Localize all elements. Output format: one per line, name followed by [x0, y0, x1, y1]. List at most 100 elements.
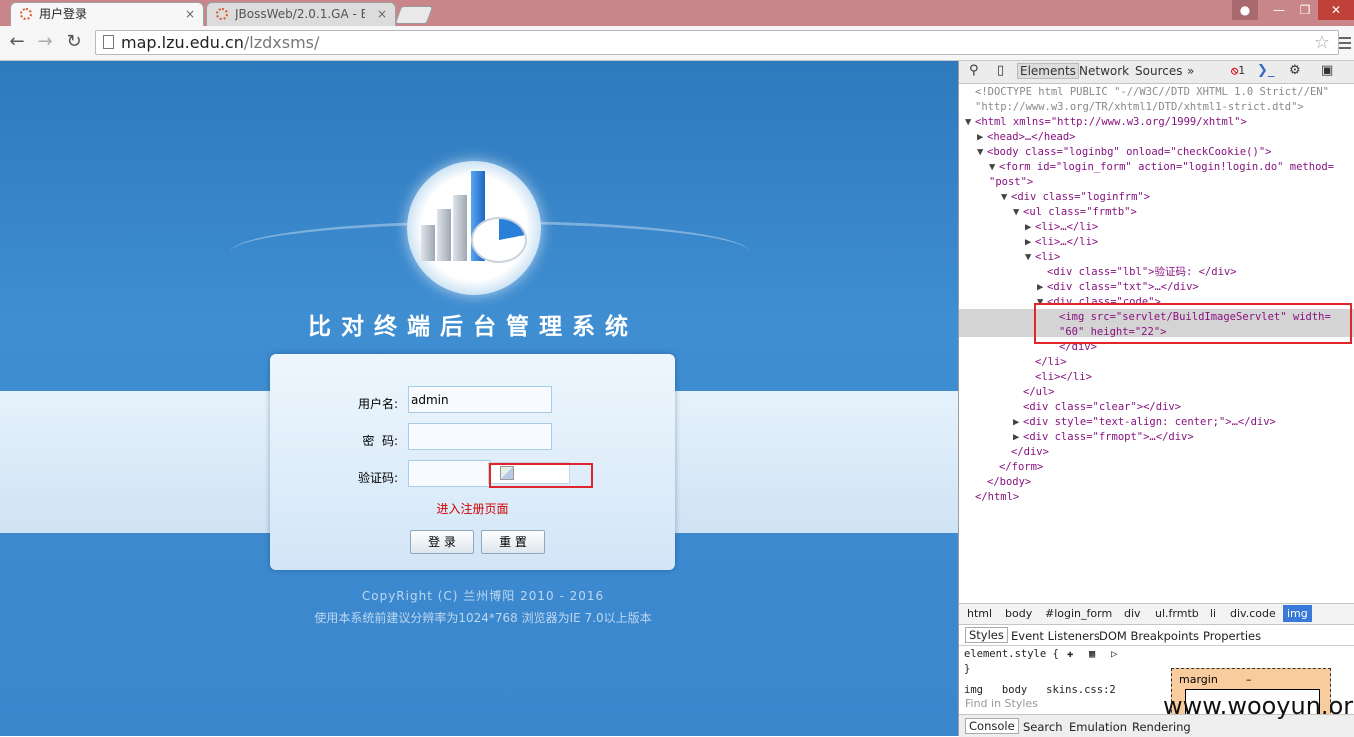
dom-node-html-close: </html>	[975, 491, 1020, 503]
crumb-body[interactable]: body	[1005, 607, 1032, 620]
devtools-toolbar: ⚲ ▯ Elements Network Sources » ⦸1 ❯_ ⚙ ▣	[959, 61, 1354, 84]
dom-node-div-clear[interactable]: <div class="clear"></div>	[1023, 400, 1181, 415]
dom-node-li[interactable]: ▶ <li>…</li>	[1025, 235, 1098, 250]
close-window-icon[interactable]: ✕	[1318, 0, 1354, 20]
search-icon[interactable]: ⚲	[969, 63, 979, 78]
loading-favicon-icon	[20, 8, 32, 20]
more-tabs-icon[interactable]: »	[1187, 64, 1194, 78]
tab-console[interactable]: Console	[965, 718, 1019, 734]
tab-sources[interactable]: Sources	[1135, 64, 1182, 78]
back-icon[interactable]: ←	[6, 31, 28, 53]
username-input[interactable]: admin	[408, 386, 552, 413]
style-rule-source[interactable]: img body skins.css:2	[964, 684, 1116, 696]
maximize-icon[interactable]: ❐	[1292, 0, 1318, 20]
watermark-text: www.wooyun.org	[1163, 692, 1354, 720]
animation-icon[interactable]: ▷	[1111, 648, 1117, 660]
notice-text: 使用本系统前建议分辨率为1024*768 浏览器为IE 7.0以上版本	[314, 611, 652, 625]
error-count-badge[interactable]: ⦸1	[1231, 64, 1245, 78]
page-viewport: 比对终端后台管理系统 用户名: admin 密 码: 验证码: 进入注册页面 登…	[0, 61, 958, 736]
dom-doctype-cont: "http://www.w3.org/TR/xhtml1/DTD/xhtml1-…	[975, 101, 1304, 113]
img-node-highlight-box	[1034, 303, 1352, 344]
crumb-div-code[interactable]: div.code	[1230, 607, 1276, 620]
register-link[interactable]: 进入注册页面	[270, 500, 675, 517]
captcha-label: 验证码:	[357, 471, 398, 485]
tab-event-listeners[interactable]: Event Listeners	[1011, 629, 1100, 643]
crumb-img[interactable]: img	[1283, 605, 1312, 622]
settings-gear-icon[interactable]: ⚙	[1289, 63, 1301, 78]
box-model-margin-value: –	[1246, 673, 1252, 686]
chart-logo-icon	[407, 161, 541, 295]
tab-dom-breakpoints[interactable]: DOM Breakpoints	[1099, 629, 1199, 643]
close-tab-icon[interactable]: ×	[377, 3, 387, 25]
crumb-div[interactable]: div	[1124, 607, 1141, 620]
dom-node-html[interactable]: ▼ <html xmlns="http://www.w3.org/1999/xht…	[965, 115, 1247, 130]
dom-node-div-lbl[interactable]: <div class="lbl">验证码: </div>	[1047, 265, 1237, 280]
tab-strip: 用户登录 × JBossWeb/2.0.1.GA - Err × ● — ❐ ✕	[0, 0, 1354, 26]
element-style-close: }	[964, 663, 971, 675]
address-bar[interactable]: map.lzu.edu.cn/lzdxsms/ ☆	[95, 30, 1339, 55]
console-prompt-icon[interactable]: ❯_	[1257, 63, 1274, 78]
dom-breadcrumbs: html body #login_form div ul.frmtb li di…	[959, 603, 1354, 625]
devtools-panel: ⚲ ▯ Elements Network Sources » ⦸1 ❯_ ⚙ ▣…	[958, 61, 1354, 737]
dom-node-body[interactable]: ▼ <body class="loginbg" onload="checkCook…	[977, 145, 1271, 160]
reload-icon[interactable]: ↻	[63, 31, 85, 53]
loading-favicon-icon	[216, 8, 228, 20]
reset-button[interactable]: 重 置	[481, 530, 545, 554]
find-in-styles-input[interactable]: Find in Styles	[959, 697, 1159, 713]
tab-elements[interactable]: Elements	[1017, 63, 1079, 79]
username-label: 用户名:	[357, 397, 398, 411]
dom-node-body-close: </body>	[987, 476, 1032, 488]
box-model-margin-label: margin	[1179, 673, 1218, 686]
tab-jbossweb[interactable]: JBossWeb/2.0.1.GA - Err ×	[206, 2, 396, 26]
tab-properties[interactable]: Properties	[1203, 629, 1261, 643]
crumb-html[interactable]: html	[967, 607, 992, 620]
dom-node-ul-frmtb[interactable]: ▼ <ul class="frmtb">	[1013, 205, 1137, 220]
dock-icon[interactable]: ▣	[1321, 63, 1333, 78]
login-button[interactable]: 登 录	[410, 530, 474, 554]
dom-node-li-open[interactable]: ▼ <li>	[1025, 250, 1060, 265]
dom-node-li-empty[interactable]: <li></li>	[1035, 370, 1092, 385]
tab-emulation[interactable]: Emulation	[1069, 720, 1127, 734]
dom-node-form-cont: "post">	[989, 176, 1034, 188]
dom-node-head[interactable]: ▶ <head>…</head>	[977, 130, 1076, 145]
dom-node-div-close: </div>	[1011, 446, 1049, 458]
address-url[interactable]: map.lzu.edu.cn/lzdxsms/	[121, 33, 319, 52]
crumb-li[interactable]: li	[1210, 607, 1216, 620]
tab-title: JBossWeb/2.0.1.GA - Err	[235, 7, 365, 21]
tab-network[interactable]: Network	[1079, 64, 1129, 78]
page-icon	[103, 35, 114, 49]
styles-subtabs: Styles Event Listeners DOM Breakpoints P…	[959, 625, 1354, 646]
device-mode-icon[interactable]: ▯	[997, 63, 1004, 78]
element-state-icon[interactable]: ▦	[1089, 648, 1095, 660]
new-tab-button[interactable]	[394, 6, 434, 24]
tab-styles[interactable]: Styles	[965, 627, 1008, 643]
password-label: 密 码:	[362, 434, 398, 448]
minimize-icon[interactable]: —	[1266, 0, 1292, 20]
system-title: 比对终端后台管理系统	[308, 314, 638, 340]
copyright-text: CopyRight (C) 兰州博阳 2010 - 2016	[361, 589, 605, 603]
tab-rendering[interactable]: Rendering	[1132, 720, 1191, 734]
add-rule-icon[interactable]: ✚	[1067, 648, 1073, 660]
forward-icon[interactable]: →	[34, 31, 56, 53]
tab-search[interactable]: Search	[1023, 720, 1063, 734]
dom-node-li-close: </li>	[1035, 356, 1067, 368]
bookmark-star-icon[interactable]: ☆	[1314, 32, 1330, 53]
dom-node-ul-close: </ul>	[1023, 386, 1055, 398]
dom-node-div-frmopt[interactable]: ▶ <div class="frmopt">…</div>	[1013, 430, 1194, 445]
dom-node-div-loginfrm[interactable]: ▼ <div class="loginfrm">	[1001, 190, 1150, 205]
login-form: 用户名: admin 密 码: 验证码: 进入注册页面 登 录 重 置	[270, 354, 675, 570]
close-tab-icon[interactable]: ×	[185, 3, 195, 25]
browser-menu-icon[interactable]	[1339, 34, 1351, 50]
crumb-login-form[interactable]: #login_form	[1045, 607, 1112, 620]
browser-toolbar: ← → ↻ map.lzu.edu.cn/lzdxsms/ ☆	[0, 26, 1354, 61]
tab-user-login[interactable]: 用户登录 ×	[10, 2, 204, 26]
dom-node-div-center[interactable]: ▶ <div style="text-align: center;">…</div…	[1013, 415, 1276, 430]
dom-node-li[interactable]: ▶ <li>…</li>	[1025, 220, 1098, 235]
dom-node-div-txt[interactable]: ▶ <div class="txt">…</div>	[1037, 280, 1199, 295]
dom-node-form[interactable]: ▼ <form id="login_form" action="login!log…	[989, 160, 1334, 175]
user-profile-icon[interactable]: ●	[1232, 0, 1258, 20]
crumb-ul-frmtb[interactable]: ul.frmtb	[1155, 607, 1199, 620]
password-input[interactable]	[408, 423, 552, 450]
element-style-rule[interactable]: element.style {	[964, 648, 1059, 660]
captcha-input[interactable]	[408, 460, 491, 487]
